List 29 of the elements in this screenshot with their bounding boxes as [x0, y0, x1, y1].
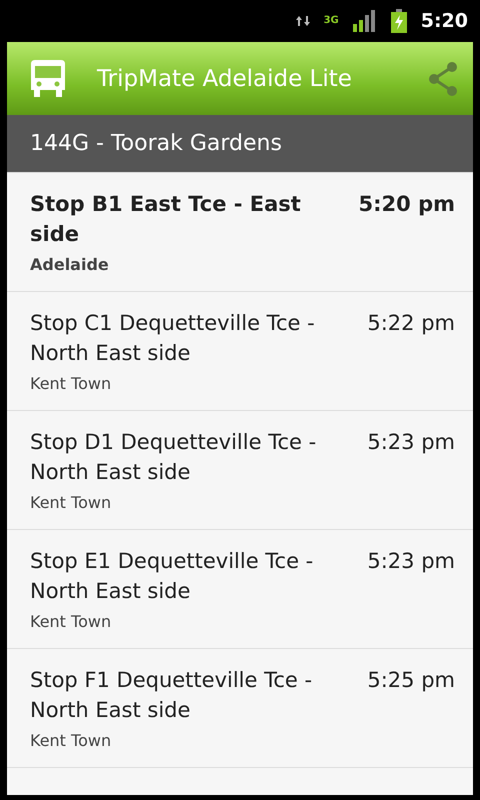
arrival-time: 5:23 pm [367, 429, 455, 456]
stop-name: Stop B1 East Tce - East side [30, 191, 302, 248]
network-type: 3G [324, 16, 339, 26]
stop-row[interactable]: Stop C1 Dequetteville Tce - North East side Kent Town 5:22 pm [7, 292, 473, 411]
stop-row[interactable]: Stop B1 East Tce - East side Adelaide 5:20 pm [7, 173, 473, 292]
arrival-time: 5:25 pm [367, 667, 455, 694]
arrival-time: 5:23 pm [367, 548, 455, 575]
battery-icon [390, 9, 407, 33]
signal-icon [352, 10, 377, 32]
stop-name: Stop D1 Dequetteville Tce - North East side [30, 429, 318, 486]
suburb: Kent Town [30, 612, 112, 631]
stop-name: Stop E1 Dequetteville Tce - North East side [30, 548, 314, 605]
bus-icon [31, 60, 65, 98]
stop-name: Stop F1 Dequetteville Tce - North East side [30, 667, 314, 724]
suburb: Kent Town [30, 731, 112, 750]
arrival-time: 5:20 pm [358, 191, 455, 218]
arrival-time: 5:22 pm [367, 310, 455, 337]
stop-name: Stop C1 Dequetteville Tce - North East side [30, 310, 316, 367]
clock: 5:20 [420, 10, 468, 32]
suburb: Kent Town [30, 493, 112, 512]
suburb: Kent Town [30, 374, 112, 393]
share-icon[interactable] [427, 62, 459, 96]
app-title: TripMate Adelaide Lite [97, 66, 353, 92]
route-header: 144G - Toorak Gardens [7, 115, 473, 173]
stop-row[interactable]: Stop D1 Dequetteville Tce - North East side Kent Town 5:23 pm [7, 411, 473, 530]
stop-row[interactable]: Stop F1 Dequetteville Tce - North East side Kent Town 5:25 pm [7, 649, 473, 768]
suburb: Adelaide [30, 255, 110, 274]
stop-row[interactable]: Stop E1 Dequetteville Tce - North East side Kent Town 5:23 pm [7, 530, 473, 649]
network-arrows-icon [296, 16, 310, 26]
